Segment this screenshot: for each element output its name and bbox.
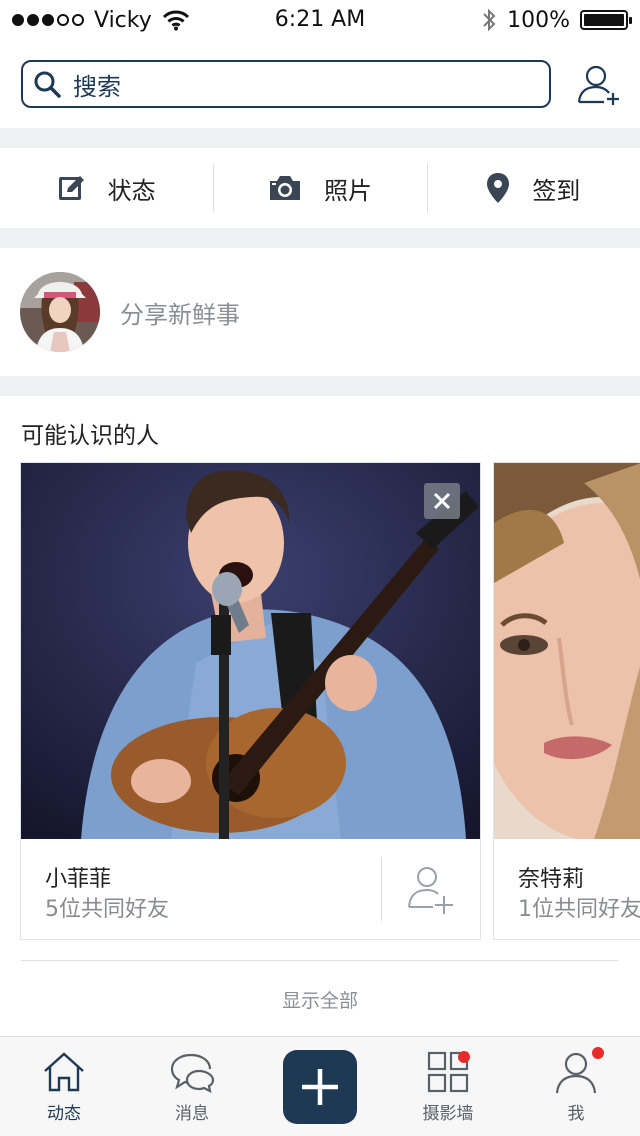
chat-bubbles-icon xyxy=(170,1053,215,1093)
mutual-friends-count: 1位共同好友 xyxy=(518,897,640,922)
people-you-may-know: 可能认识的人 小菲菲 5位共同好友 奈特莉 1位共同好友 显示全部 xyxy=(0,396,640,1036)
person-photo xyxy=(21,463,480,839)
search-icon xyxy=(34,71,61,98)
wifi-icon xyxy=(162,10,189,31)
notification-badge xyxy=(458,1051,470,1063)
person-name: 小菲菲 xyxy=(45,867,112,892)
tab-label: 消息 xyxy=(175,1104,209,1124)
compose-actions: 状态 照片 签到 xyxy=(0,148,640,228)
divider xyxy=(21,960,618,961)
battery-icon xyxy=(580,10,632,30)
tab-label: 摄影墙 xyxy=(422,1104,474,1124)
carrier-name: Vicky xyxy=(94,7,152,33)
compose-button[interactable] xyxy=(283,1049,357,1124)
tab-feed[interactable]: 动态 xyxy=(0,1037,128,1136)
notification-badge xyxy=(592,1047,604,1059)
person-card[interactable]: 奈特莉 1位共同好友 xyxy=(493,462,640,940)
checkin-action-button[interactable]: 签到 xyxy=(426,148,640,228)
bluetooth-icon xyxy=(483,8,496,32)
share-input[interactable]: 分享新鲜事 xyxy=(120,295,240,330)
location-pin-icon xyxy=(487,173,510,203)
tab-label: 我 xyxy=(567,1104,585,1124)
divider xyxy=(381,857,382,921)
share-composer[interactable]: 分享新鲜事 xyxy=(0,248,640,376)
tab-photo-wall[interactable]: 摄影墙 xyxy=(384,1037,512,1136)
tab-label: 动态 xyxy=(47,1104,81,1124)
avatar xyxy=(20,272,100,352)
status-action-button[interactable]: 状态 xyxy=(0,148,213,228)
close-icon xyxy=(433,492,451,510)
header: 搜索 xyxy=(0,40,640,128)
plus-icon xyxy=(302,1068,338,1105)
tab-me[interactable]: 我 xyxy=(512,1037,640,1136)
add-friend-icon[interactable] xyxy=(576,62,622,108)
mutual-friends-count: 5位共同好友 xyxy=(45,897,169,922)
section-title: 可能认识的人 xyxy=(21,423,159,449)
search-input[interactable]: 搜索 xyxy=(73,67,121,102)
person-card[interactable]: 小菲菲 5位共同好友 xyxy=(20,462,481,940)
status-bar: Vicky 6:21 AM 100% xyxy=(0,0,640,40)
battery-percentage: 100% xyxy=(507,7,570,33)
checkin-action-label: 签到 xyxy=(532,176,581,205)
person-name: 奈特莉 xyxy=(518,867,585,892)
photo-action-label: 照片 xyxy=(323,176,372,205)
battery-level xyxy=(584,14,624,26)
show-all-link[interactable]: 显示全部 xyxy=(0,986,640,1013)
dismiss-button[interactable] xyxy=(424,483,460,519)
tab-compose[interactable] xyxy=(256,1037,384,1136)
tab-messages[interactable]: 消息 xyxy=(128,1037,256,1136)
home-icon xyxy=(44,1052,84,1092)
photo-action-button[interactable]: 照片 xyxy=(213,148,426,228)
status-action-label: 状态 xyxy=(107,176,156,205)
person-photo xyxy=(494,463,640,839)
edit-icon xyxy=(58,176,84,200)
signal-strength-icon xyxy=(12,14,84,26)
add-friend-icon[interactable] xyxy=(407,863,457,915)
camera-icon xyxy=(269,176,300,200)
tab-bar: 动态 消息 摄影墙 我 xyxy=(0,1036,640,1136)
search-box[interactable]: 搜索 xyxy=(21,60,551,108)
